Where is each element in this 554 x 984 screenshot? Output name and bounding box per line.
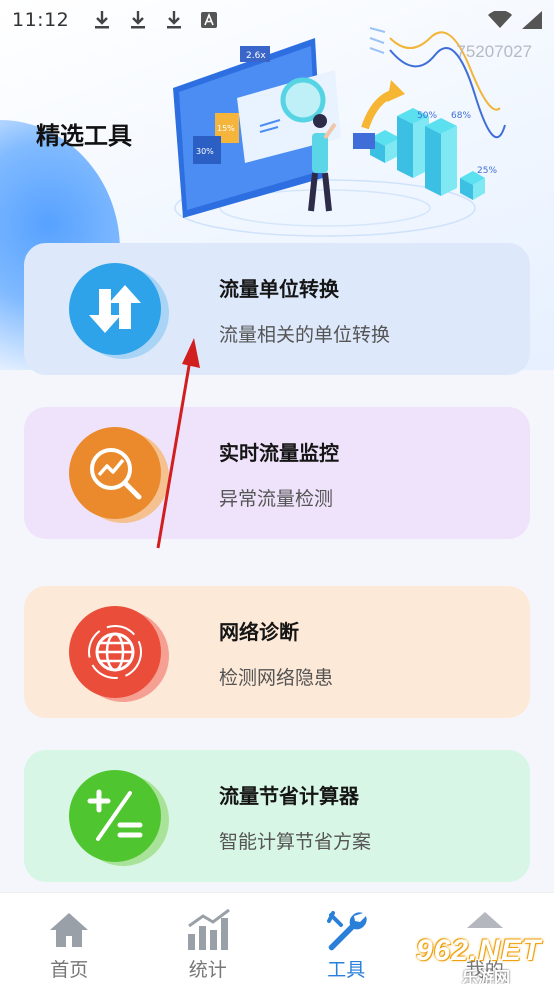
card-title: 流量单位转换 xyxy=(219,277,339,301)
card-title: 网络诊断 xyxy=(219,620,299,644)
card-subtitle: 智能计算节省方案 xyxy=(219,831,372,853)
watermark-id: 75207027 xyxy=(456,42,532,61)
card-subtitle: 异常流量检测 xyxy=(219,488,334,510)
illustration-label: 15% xyxy=(217,124,235,133)
brand-badge-text: 962.NET xyxy=(416,934,542,967)
tool-card-savings-calculator[interactable]: 流量节省计算器 智能计算节省方案 xyxy=(24,750,530,882)
wifi-icon xyxy=(488,11,512,28)
bar-chart-icon xyxy=(185,907,231,953)
nav-tools[interactable]: 工具 xyxy=(277,893,416,984)
card-title: 实时流量监控 xyxy=(219,441,339,465)
status-notification-icons xyxy=(93,10,218,30)
tool-card-unit-conversion[interactable]: 流量单位转换 流量相关的单位转换 xyxy=(24,243,530,375)
card-title: 流量节省计算器 xyxy=(219,784,359,808)
card-subtitle: 检测网络隐患 xyxy=(219,667,334,689)
page-title: 精选工具 xyxy=(36,122,132,150)
signal-icon xyxy=(522,11,542,29)
globe-icon xyxy=(69,606,161,698)
swap-arrows-icon xyxy=(69,263,161,355)
nav-label: 工具 xyxy=(327,959,366,981)
unit-conversion-icon-wrap xyxy=(69,263,169,359)
illustration-label: 25% xyxy=(477,166,497,176)
illustration-label: 30% xyxy=(196,147,214,156)
home-icon xyxy=(46,907,92,953)
illustration-label: 50% xyxy=(417,111,437,121)
nav-home[interactable]: 首页 xyxy=(0,893,139,984)
tool-card-network-diagnosis[interactable]: 网络诊断 检测网络隐患 xyxy=(24,586,530,718)
illustration-label: 2.6x xyxy=(246,51,266,61)
status-bar: 11:12 xyxy=(0,0,554,40)
nav-label: 首页 xyxy=(50,959,89,981)
traffic-monitor-icon-wrap xyxy=(69,427,169,523)
download-icon xyxy=(167,11,182,29)
illustration-label: 68% xyxy=(451,111,471,121)
status-time: 11:12 xyxy=(12,9,70,31)
network-diagnosis-icon-wrap xyxy=(69,606,169,702)
status-system-icons xyxy=(488,11,542,29)
trend-magnifier-icon xyxy=(69,427,161,519)
brand-badge-sub: 乐游网 xyxy=(462,970,511,984)
download-icon xyxy=(131,11,146,29)
wrench-icon xyxy=(323,907,369,953)
download-icon xyxy=(95,11,110,29)
app-a-icon xyxy=(201,12,218,28)
tool-card-traffic-monitor[interactable]: 实时流量监控 异常流量检测 xyxy=(24,407,530,539)
nav-label: 统计 xyxy=(188,959,227,981)
plus-minus-icon xyxy=(69,770,161,862)
savings-calculator-icon-wrap xyxy=(69,770,169,866)
brand-badge: 962.NET 乐游网 xyxy=(410,934,550,984)
nav-statistics[interactable]: 统计 xyxy=(139,893,278,984)
card-subtitle: 流量相关的单位转换 xyxy=(219,324,391,346)
